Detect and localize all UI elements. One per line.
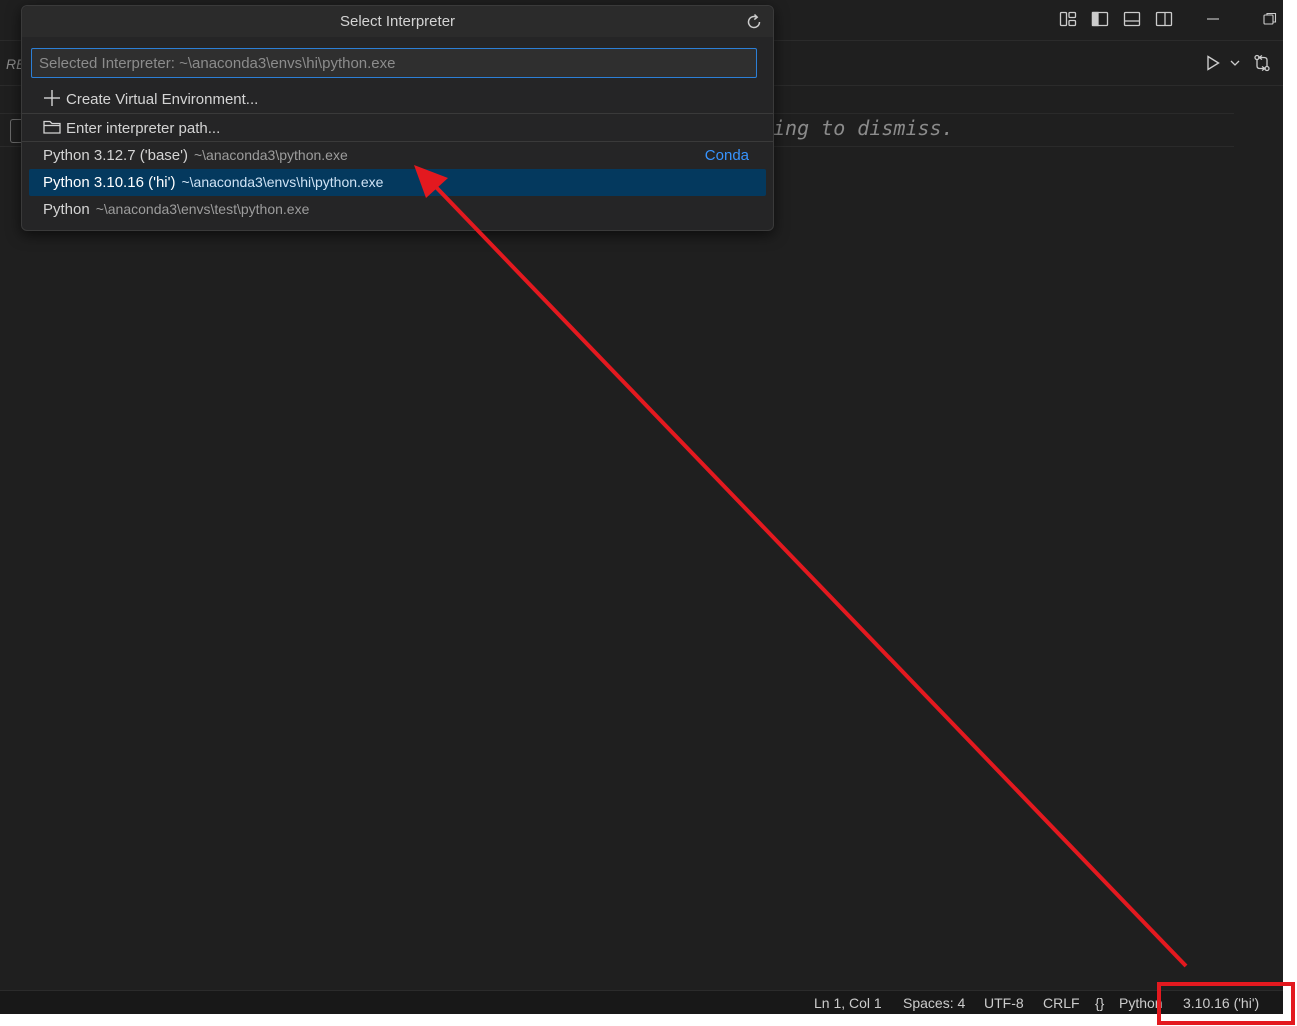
cursor-position[interactable]: Ln 1, Col 1 [814, 995, 882, 1011]
python-interpreter-status[interactable]: 3.10.16 ('hi') [1183, 995, 1259, 1011]
folder-icon [42, 117, 62, 137]
quickpick-title: Select Interpreter [22, 6, 773, 37]
interpreter-env-tag: Conda [704, 147, 749, 164]
toggle-primary-sidebar-icon[interactable] [1090, 9, 1110, 29]
interpreter-item-selected[interactable]: Python 3.10.16 ('hi') ~\anaconda3\envs\hi… [29, 169, 766, 196]
enter-interpreter-path-item[interactable]: Enter interpreter path... [29, 115, 766, 142]
compare-changes-icon[interactable] [1252, 53, 1272, 73]
eol-setting[interactable]: CRLF [1043, 995, 1080, 1011]
interpreter-item[interactable]: Python ~\anaconda3\envs\test\python.exe [29, 196, 766, 223]
minimize-icon[interactable] [1203, 9, 1223, 29]
select-interpreter-quickpick: Select Interpreter Create Virtual Enviro… [21, 5, 774, 231]
interpreter-path: ~\anaconda3\envs\hi\python.exe [181, 174, 384, 190]
indentation-setting[interactable]: Spaces: 4 [903, 995, 965, 1011]
interpreter-label: Python [43, 201, 90, 218]
create-virtual-environment-label: Create Virtual Environment... [66, 91, 259, 108]
toggle-secondary-sidebar-icon[interactable] [1154, 9, 1174, 29]
status-bar: Ln 1, Col 1 Spaces: 4 UTF-8 CRLF {} Pyth… [0, 990, 1283, 1014]
restore-icon[interactable] [1260, 9, 1280, 29]
interpreter-path: ~\anaconda3\envs\test\python.exe [95, 201, 310, 217]
editor-hint-text: ing to dismiss. [773, 116, 954, 140]
interpreter-item[interactable]: Python 3.12.7 ('base') ~\anaconda3\python… [29, 142, 766, 169]
plus-icon [42, 88, 62, 108]
run-dropdown-icon[interactable] [1225, 53, 1240, 73]
toggle-panel-icon[interactable] [1122, 9, 1142, 29]
run-icon[interactable] [1203, 53, 1223, 73]
encoding-setting[interactable]: UTF-8 [984, 995, 1024, 1011]
interpreter-search-input[interactable] [31, 48, 757, 78]
interpreter-label: Python 3.10.16 ('hi') [43, 174, 176, 191]
interpreter-label: Python 3.12.7 ('base') [43, 147, 188, 164]
customize-layout-icon[interactable] [1058, 9, 1078, 29]
interpreter-path: ~\anaconda3\python.exe [193, 147, 348, 163]
vscode-window: RE ing to dismiss. Select Interpreter Cr… [0, 0, 1283, 1014]
refresh-icon[interactable] [744, 12, 764, 32]
language-mode[interactable]: Python [1119, 995, 1163, 1011]
language-mode-braces[interactable]: {} [1095, 995, 1104, 1011]
quickpick-separator [22, 113, 773, 114]
enter-interpreter-path-label: Enter interpreter path... [66, 120, 221, 137]
create-virtual-environment-item[interactable]: Create Virtual Environment... [29, 86, 766, 113]
